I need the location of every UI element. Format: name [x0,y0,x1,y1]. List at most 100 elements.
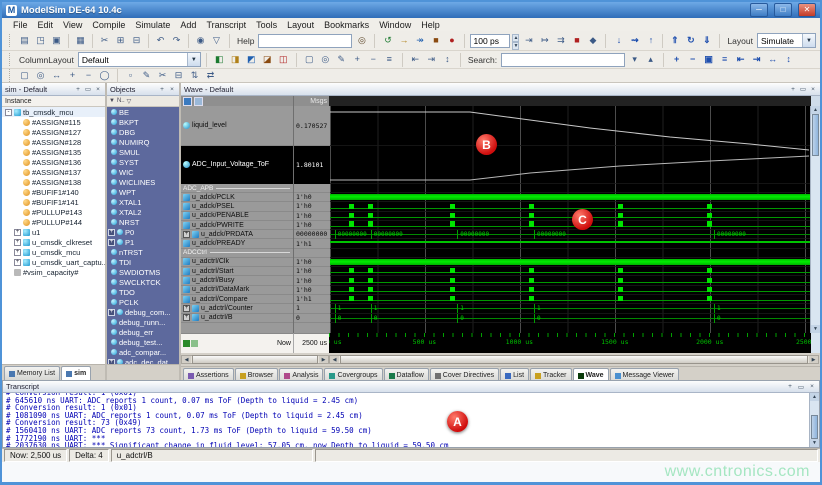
object-item[interactable]: adc_compar... [107,347,179,357]
tree-item[interactable]: +u_cmsdk_clkreset [2,237,105,247]
edge-prev-icon[interactable]: ⇤ [733,52,748,67]
expander-icon[interactable]: + [183,231,190,238]
run-length-stepper[interactable]: ▲▼ [512,34,519,47]
wave-signal-name[interactable]: u_adctrl/Start [181,267,293,276]
panel-tab[interactable]: Memory List [4,366,60,380]
expand-time-icon[interactable]: ↔ [765,52,780,67]
help-search-input[interactable] [258,34,352,48]
add-selected-icon[interactable]: ◧ [212,52,227,67]
menu-item[interactable]: Tools [251,20,282,30]
waveform-row-bus[interactable]: 00000 [330,314,810,323]
undock-icon[interactable]: ▭ [797,383,805,391]
object-item[interactable]: XTAL1 [107,197,179,207]
select-mode-icon[interactable]: ▢ [17,68,32,83]
cursor-add-icon[interactable] [183,340,190,347]
wave-cut-icon[interactable]: ✂ [155,68,170,83]
object-item[interactable]: WPT [107,187,179,197]
menu-item[interactable]: Window [374,20,416,30]
chevron-down-icon[interactable]: ▼ [802,34,815,47]
wave-dock-icon[interactable] [194,97,203,106]
wave-signal-name[interactable]: u_adctrl/Busy [181,276,293,285]
undock-icon[interactable]: ▭ [799,85,807,93]
run-length-input[interactable] [470,34,510,48]
run-icon[interactable]: → [396,33,411,48]
object-item[interactable]: DBG [107,127,179,137]
save-icon[interactable]: ▣ [49,33,64,48]
delete-icon[interactable]: − [366,52,381,67]
objects-panel-header[interactable]: Objects + × [107,83,179,96]
object-item[interactable]: SYST [107,157,179,167]
insert-cursor-icon[interactable]: ↕ [440,52,455,67]
prev-transition-icon[interactable]: ⇤ [408,52,423,67]
step-up-icon[interactable]: ⇑ [667,33,682,48]
wave-mirror-icon[interactable]: ⇄ [203,68,218,83]
next-transition-icon[interactable]: ⇥ [424,52,439,67]
title-bar[interactable]: M ModelSim DE-64 10.4c ─ □ ✕ [2,2,820,18]
wave-group-divider[interactable]: ADCCtrl [181,249,293,258]
add-list-icon[interactable]: ◩ [244,52,259,67]
undock-icon[interactable]: ▭ [84,85,92,93]
time-ruler[interactable]: 0 us500 us1000 us1500 us2000 us2500 [329,333,811,353]
tree-item[interactable]: +u_cmsdk_uart_captu... [2,257,105,267]
zoom-mode-icon[interactable]: ◎ [33,68,48,83]
object-item[interactable]: +P0 [107,227,179,237]
object-item[interactable]: +adc_dec_dat... [107,357,179,364]
copy-icon[interactable]: ⊞ [113,33,128,48]
continue-run-icon[interactable]: ⇉ [553,33,568,48]
scroll-thumb[interactable] [811,415,818,439]
object-item[interactable]: PCLK [107,297,179,307]
edge-next-icon[interactable]: ⇥ [749,52,764,67]
menu-item[interactable]: Simulate [130,20,175,30]
tree-item[interactable]: #ASSIGN#127 [2,127,105,137]
cut-icon[interactable]: ✂ [97,33,112,48]
run-all-icon[interactable]: ↦ [537,33,552,48]
scroll-left-icon[interactable]: ◀ [330,356,339,363]
cursor-name-icon[interactable]: ≡ [717,52,732,67]
names-horizontal-scrollbar[interactable]: ◀▶ [181,355,329,364]
cursor-lock-icon[interactable]: ▣ [701,52,716,67]
continue-icon[interactable]: ↠ [412,33,427,48]
wave-signal-name[interactable]: u_adck/PCLK [181,193,293,202]
cursor-del-icon[interactable]: − [685,52,700,67]
menu-item[interactable]: Compile [87,20,130,30]
msgs-header[interactable]: Msgs [293,96,329,106]
menu-item[interactable]: View [58,20,87,30]
filter-icon[interactable]: ▽ [209,33,224,48]
tree-item[interactable]: #BUFIF1#141 [2,197,105,207]
waveform-row-divider[interactable] [330,184,810,193]
filter-icon[interactable]: ▼ [109,98,115,104]
step-down-icon[interactable]: ⇓ [699,33,714,48]
object-item[interactable]: BKPT [107,117,179,127]
select-icon[interactable]: ▢ [302,52,317,67]
close-icon[interactable]: × [168,86,176,93]
object-item[interactable]: nTRST [107,247,179,257]
wave-tree-icon[interactable] [183,97,192,106]
expander-icon[interactable]: + [108,239,115,246]
waveform-row-clock[interactable] [330,258,810,267]
funnel-icon[interactable]: ▽ [127,98,132,105]
wave-paste-icon[interactable]: ⊟ [171,68,186,83]
restart-sim-icon[interactable]: ↻ [683,33,698,48]
restart-icon[interactable]: ↺ [380,33,395,48]
close-icon[interactable]: × [808,383,816,390]
object-item[interactable]: BE [107,107,179,117]
scroll-right-icon[interactable]: ▶ [319,356,328,363]
break-run-icon[interactable]: ◆ [585,33,600,48]
name-sort[interactable]: N.. [117,98,125,104]
tree-item[interactable]: #vsim_capacity# [2,267,105,277]
objects-filter-row[interactable]: ▼ N.. ▽ [107,96,179,107]
object-item[interactable]: debug_err [107,327,179,337]
columnlayout-combo[interactable]: Default ▼ [78,52,201,67]
tree-item[interactable]: #ASSIGN#128 [2,137,105,147]
waveform-row-pulse[interactable] [330,276,810,285]
scroll-down-icon[interactable]: ▼ [811,325,820,333]
object-item[interactable]: NRST [107,217,179,227]
wave-signal-name[interactable]: liquid_level [181,106,293,146]
waveform-row-pulse[interactable] [330,286,810,295]
toolbar-grip[interactable] [9,53,12,66]
menu-item[interactable]: Add [175,20,201,30]
add-wave-icon[interactable]: ◨ [228,52,243,67]
find-icon[interactable]: ◉ [193,33,208,48]
waveform-row-pulse[interactable] [330,267,810,276]
pin-icon[interactable]: + [74,86,82,93]
